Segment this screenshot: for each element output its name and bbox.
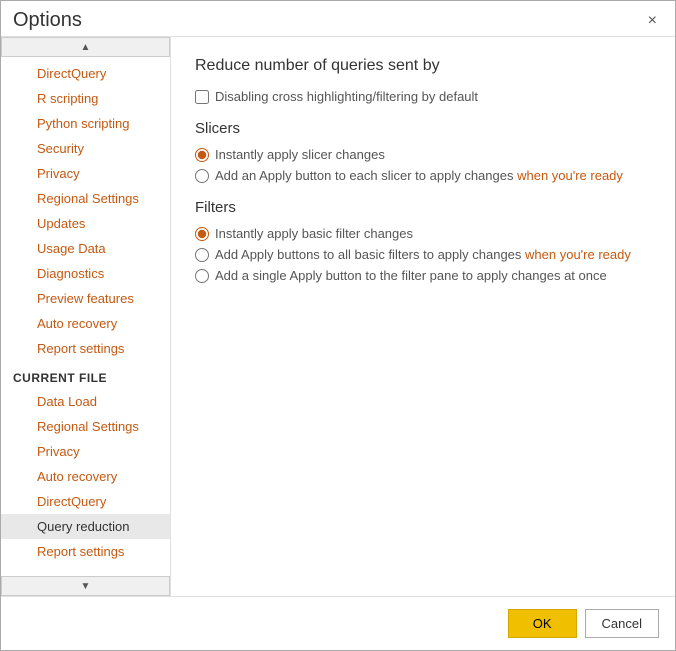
slicer-apply-link: when you're ready <box>517 168 623 183</box>
sidebar-item-current-privacy[interactable]: Privacy <box>1 439 170 464</box>
filter-apply-all-link: when you're ready <box>525 247 631 262</box>
ok-button[interactable]: OK <box>508 609 577 638</box>
sidebar-item-usage-data[interactable]: Usage Data <box>1 236 170 261</box>
disabling-cross-highlight-row: Disabling cross highlighting/filtering b… <box>195 89 651 104</box>
scroll-down-button[interactable]: ▼ <box>1 576 170 596</box>
sidebar-item-current-regional[interactable]: Regional Settings <box>1 414 170 439</box>
slicers-radio-group: Instantly apply slicer changes Add an Ap… <box>195 147 651 183</box>
slicer-apply-radio[interactable] <box>195 169 209 183</box>
close-button[interactable]: × <box>642 10 663 32</box>
sidebar-item-direct-query[interactable]: DirectQuery <box>1 61 170 86</box>
filter-single-apply-radio[interactable] <box>195 269 209 283</box>
cross-highlight-label: Disabling cross highlighting/filtering b… <box>215 89 478 104</box>
filter-apply-all-radio[interactable] <box>195 248 209 262</box>
sidebar-item-diagnostics[interactable]: Diagnostics <box>1 261 170 286</box>
filter-option-single-apply: Add a single Apply button to the filter … <box>195 268 651 283</box>
cancel-button[interactable]: Cancel <box>585 609 659 638</box>
dialog-body: ▲ DirectQuery R scripting Python scripti… <box>1 36 675 596</box>
sidebar-item-current-report-settings[interactable]: Report settings <box>1 539 170 564</box>
dialog-title: Options <box>13 9 82 32</box>
sidebar-item-data-load[interactable]: Data Load <box>1 389 170 414</box>
sidebar-item-updates[interactable]: Updates <box>1 211 170 236</box>
filter-single-apply-label: Add a single Apply button to the filter … <box>215 268 607 283</box>
content-title: Reduce number of queries sent by <box>195 57 651 75</box>
sidebar-scroll: DirectQuery R scripting Python scripting… <box>1 57 170 576</box>
filter-instant-radio[interactable] <box>195 227 209 241</box>
filter-option-instant: Instantly apply basic filter changes <box>195 226 651 241</box>
sidebar-item-r-scripting[interactable]: R scripting <box>1 86 170 111</box>
sidebar-item-python-scripting[interactable]: Python scripting <box>1 111 170 136</box>
sidebar-item-preview-features[interactable]: Preview features <box>1 286 170 311</box>
sidebar-item-auto-recovery[interactable]: Auto recovery <box>1 311 170 336</box>
options-dialog: Options × ▲ DirectQuery R scripting Pyth… <box>0 0 676 651</box>
slicer-apply-label: Add an Apply button to each slicer to ap… <box>215 168 623 183</box>
filters-radio-group: Instantly apply basic filter changes Add… <box>195 226 651 283</box>
dialog-footer: OK Cancel <box>1 596 675 650</box>
slicer-option-apply-button: Add an Apply button to each slicer to ap… <box>195 168 651 183</box>
slicer-option-instant: Instantly apply slicer changes <box>195 147 651 162</box>
title-bar: Options × <box>1 1 675 36</box>
scroll-up-button[interactable]: ▲ <box>1 37 170 57</box>
filter-option-apply-buttons: Add Apply buttons to all basic filters t… <box>195 247 651 262</box>
cross-highlight-checkbox[interactable] <box>195 90 209 104</box>
sidebar-item-privacy[interactable]: Privacy <box>1 161 170 186</box>
sidebar-item-regional-settings[interactable]: Regional Settings <box>1 186 170 211</box>
slicers-heading: Slicers <box>195 120 651 137</box>
slicer-instant-radio[interactable] <box>195 148 209 162</box>
sidebar: ▲ DirectQuery R scripting Python scripti… <box>1 37 171 596</box>
sidebar-item-query-reduction[interactable]: Query reduction <box>1 514 170 539</box>
filter-apply-all-label: Add Apply buttons to all basic filters t… <box>215 247 631 262</box>
filters-heading: Filters <box>195 199 651 216</box>
filter-instant-label: Instantly apply basic filter changes <box>215 226 413 241</box>
sidebar-item-current-direct-query[interactable]: DirectQuery <box>1 489 170 514</box>
current-file-header: CURRENT FILE <box>1 361 170 389</box>
sidebar-item-current-auto-recovery[interactable]: Auto recovery <box>1 464 170 489</box>
sidebar-item-security[interactable]: Security <box>1 136 170 161</box>
sidebar-item-report-settings[interactable]: Report settings <box>1 336 170 361</box>
content-area: Reduce number of queries sent by Disabli… <box>171 37 675 596</box>
slicer-instant-label: Instantly apply slicer changes <box>215 147 385 162</box>
